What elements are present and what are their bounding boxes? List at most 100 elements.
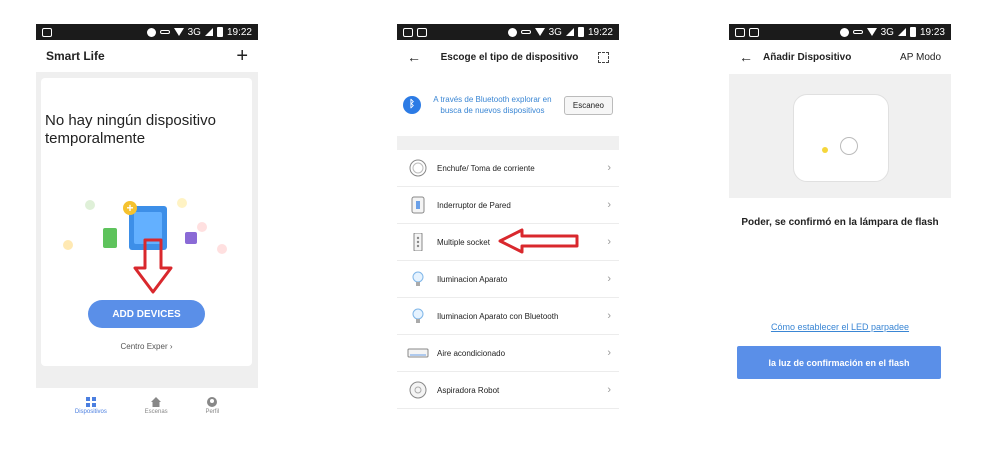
robot-vacuum-icon: [407, 379, 429, 401]
nav-label: Escenas: [144, 409, 168, 415]
device-type-label: Aire acondicionado: [437, 348, 506, 358]
clock: 19:22: [226, 26, 252, 38]
power-button-icon: [840, 137, 858, 155]
clock: 19:22: [587, 26, 613, 38]
chevron-right-icon: ›: [607, 384, 611, 396]
device-illustration-banner: [729, 74, 951, 198]
shield-icon: [749, 27, 759, 37]
wall-switch-icon: [407, 194, 429, 216]
network-type: 3G: [880, 26, 894, 38]
phone-screen-device-type: 3G 19:22 ← Escoge el tipo de dispositivo…: [397, 24, 619, 424]
app-title: Smart Life: [46, 49, 105, 63]
network-type: 3G: [187, 26, 201, 38]
phone-screen-add-device: 3G 19:23 ← Añadir Dispositivo AP Modo Po…: [729, 24, 951, 424]
scan-button[interactable]: Escaneo: [563, 95, 613, 115]
dnd-icon: [507, 27, 517, 37]
led-help-link[interactable]: Cómo establecer el LED parpadee: [729, 322, 951, 332]
empty-message: No hay ningún dispositivo temporalmente: [45, 112, 216, 147]
plus-icon[interactable]: +: [236, 46, 248, 66]
device-type-label: Enchufe/ Toma de corriente: [437, 163, 535, 173]
purple-device-icon: [185, 232, 197, 244]
vibrate-icon: [839, 27, 849, 37]
add-bubble-icon: +: [123, 201, 137, 215]
qr-scan-icon[interactable]: [598, 51, 609, 63]
device-type-label: Aspiradora Robot: [437, 385, 500, 395]
back-arrow-icon[interactable]: ←: [739, 49, 753, 65]
status-bar: 3G 19:23: [729, 24, 951, 40]
wifi-icon: [534, 28, 545, 36]
chevron-right-icon: ›: [607, 310, 611, 322]
bulb-icon: [407, 305, 429, 327]
shield-icon: [42, 27, 52, 37]
list-item[interactable]: Enchufe/ Toma de corriente ›: [397, 150, 619, 187]
annotation-arrow-down: [133, 238, 173, 294]
ap-mode-button[interactable]: AP Modo: [900, 52, 941, 63]
screen-header: ← Añadir Dispositivo AP Modo: [729, 40, 951, 74]
nav-label: Dispositivos: [74, 409, 107, 415]
signal-icon: [565, 28, 574, 36]
chevron-right-icon: ›: [607, 162, 611, 174]
signal-icon: [204, 28, 213, 36]
list-item[interactable]: Iluminacion Aparato ›: [397, 261, 619, 298]
screen-title: Escoge el tipo de dispositivo: [440, 51, 579, 63]
battery-icon: [216, 27, 223, 37]
list-item[interactable]: Aspiradora Robot ›: [397, 372, 619, 409]
profile-icon: [207, 397, 218, 407]
status-bar: 3G 19:22: [397, 24, 619, 40]
confirm-flash-button[interactable]: la luz de confirmación en el flash: [737, 346, 941, 379]
chevron-right-icon: ›: [607, 236, 611, 248]
centro-exper-link[interactable]: Centro Exper ›: [41, 342, 252, 351]
plug-icon: [407, 157, 429, 179]
bluetooth-description: A través de Bluetooth explorar en busca …: [433, 95, 552, 115]
clock: 19:23: [919, 26, 945, 38]
power-strip-icon: [407, 231, 429, 253]
battery-icon: [577, 27, 584, 37]
vpn-key-icon: [159, 30, 170, 34]
vpn-key-icon: [520, 30, 531, 34]
instruction-text: Poder, se confirmó en la lámpara de flas…: [741, 217, 939, 228]
empty-state-card: No hay ningún dispositivo temporalmente …: [41, 78, 252, 366]
green-device-icon: [103, 228, 117, 248]
list-item[interactable]: Inderruptor de Pared ›: [397, 187, 619, 224]
list-item[interactable]: Iluminacion Aparato con Bluetooth ›: [397, 298, 619, 335]
image-icon: [403, 27, 413, 37]
screen-title: Añadir Dispositivo: [763, 51, 852, 63]
add-devices-button[interactable]: ADD DEVICES: [88, 300, 205, 328]
device-type-label: Inderruptor de Pared: [437, 200, 511, 210]
chevron-right-icon: ›: [607, 273, 611, 285]
chevron-right-icon: ›: [607, 199, 611, 211]
phone-screen-smart-life: 3G 19:22 Smart Life + No hay ningún disp…: [36, 24, 258, 424]
status-bar: 3G 19:22: [36, 24, 258, 40]
grid-icon: [85, 397, 96, 407]
air-conditioner-icon: [407, 342, 429, 364]
back-arrow-icon[interactable]: ←: [407, 49, 421, 65]
bulb-icon: [407, 268, 429, 290]
app-header: Smart Life +: [36, 40, 258, 72]
device-type-list: Enchufe/ Toma de corriente › Inderruptor…: [397, 150, 619, 409]
vpn-key-icon: [852, 30, 863, 34]
home-icon: [151, 397, 162, 407]
blinking-led-icon: [822, 147, 828, 153]
nav-label: Perfil: [205, 409, 220, 415]
wifi-icon: [866, 28, 877, 36]
image-icon: [735, 27, 745, 37]
device-type-label: Iluminacion Aparato con Bluetooth: [437, 311, 559, 321]
device-type-label: Iluminacion Aparato: [437, 274, 508, 284]
annotation-arrow-left: [498, 228, 579, 254]
chevron-right-icon: ›: [607, 347, 611, 359]
nav-perfil[interactable]: Perfil: [205, 388, 219, 424]
nav-dispositivos[interactable]: Dispositivos: [75, 388, 107, 424]
bottom-nav: Dispositivos Escenas Perfil: [36, 388, 258, 424]
shield-icon: [417, 27, 427, 37]
dnd-icon: [146, 27, 156, 37]
wifi-icon: [173, 28, 184, 36]
smart-plug-illustration: [793, 94, 889, 182]
signal-icon: [897, 28, 906, 36]
nav-escenas[interactable]: Escenas: [145, 388, 168, 424]
section-divider: [397, 136, 619, 150]
bluetooth-icon: ᛒ: [403, 96, 421, 114]
network-type: 3G: [548, 26, 562, 38]
screen-header: ← Escoge el tipo de dispositivo: [397, 40, 619, 74]
device-area: No hay ningún dispositivo temporalmente …: [36, 72, 258, 388]
list-item[interactable]: Aire acondicionado ›: [397, 335, 619, 372]
